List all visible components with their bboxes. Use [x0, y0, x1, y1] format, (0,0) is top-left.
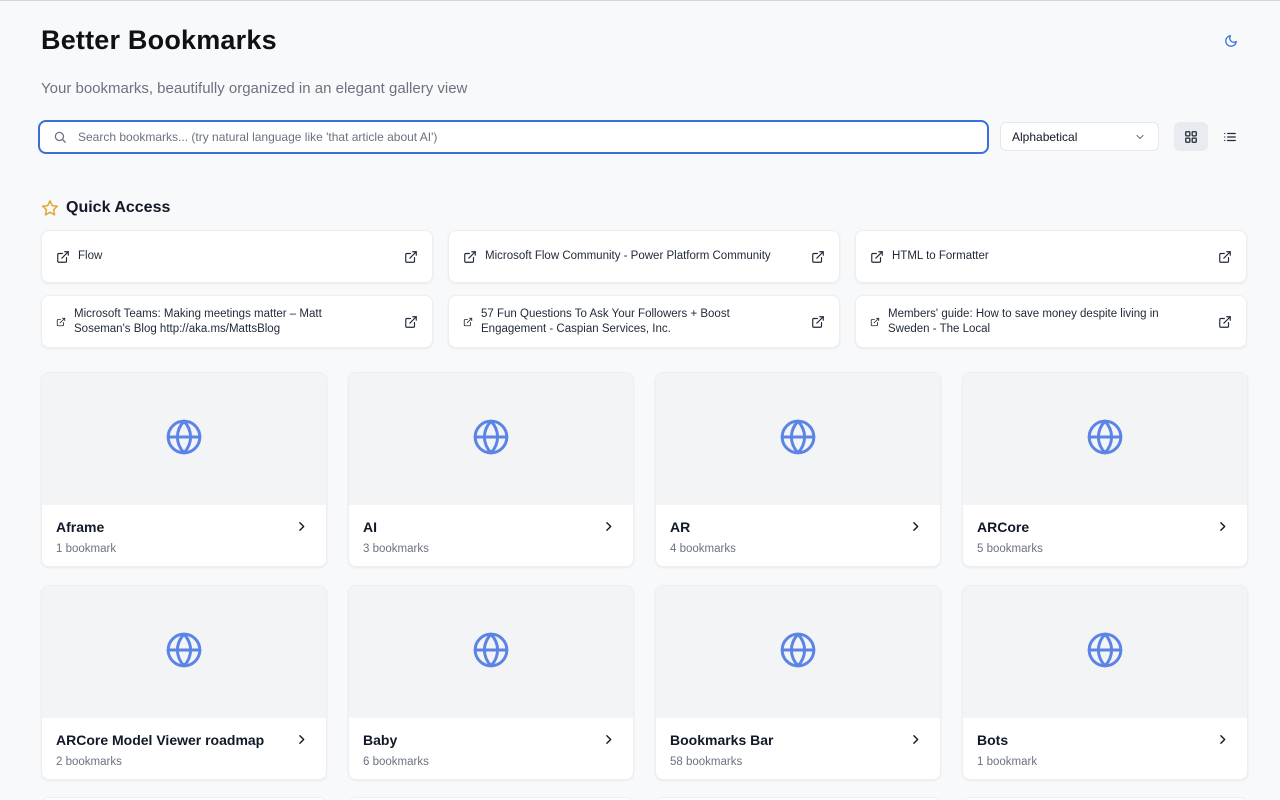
- external-link-icon: [870, 317, 880, 327]
- folder-thumbnail: [963, 586, 1247, 718]
- sort-selected-label: Alphabetical: [1012, 129, 1078, 144]
- globe-icon: [471, 630, 511, 675]
- search-input[interactable]: [78, 130, 987, 144]
- globe-icon: [1085, 630, 1125, 675]
- open-link-button[interactable]: [1218, 250, 1232, 264]
- app-header: Better Bookmarks: [41, 25, 277, 56]
- open-link-button[interactable]: [404, 315, 418, 329]
- folder-card[interactable]: Baby 6 bookmarks: [348, 585, 634, 780]
- quick-access-item[interactable]: Microsoft Teams: Making meetings matter …: [41, 295, 433, 348]
- folder-thumbnail: [349, 373, 633, 505]
- folder-thumbnail: [656, 586, 940, 718]
- folder-info: ARCore 5 bookmarks: [963, 505, 1247, 555]
- grid-view-button[interactable]: [1174, 122, 1208, 151]
- folder-count: 2 bookmarks: [56, 756, 122, 768]
- quick-access-title: Quick Access: [66, 199, 171, 216]
- folder-name: ARCore Model Viewer roadmap: [56, 732, 265, 748]
- folder-info: Baby 6 bookmarks: [349, 718, 633, 768]
- chevron-right-icon[interactable]: [295, 520, 308, 538]
- globe-icon: [1085, 417, 1125, 462]
- grid-icon: [1185, 130, 1197, 143]
- chevron-right-icon[interactable]: [602, 520, 615, 538]
- folder-name: AI: [363, 519, 377, 535]
- quick-access-item[interactable]: 57 Fun Questions To Ask Your Followers +…: [448, 295, 840, 348]
- folder-count: 58 bookmarks: [670, 756, 743, 768]
- theme-toggle-button[interactable]: [1218, 28, 1244, 54]
- quick-access-item-label: HTML to Formatter: [892, 250, 989, 263]
- folder-card[interactable]: Aframe 1 bookmark: [41, 372, 327, 567]
- folder-count: 5 bookmarks: [977, 543, 1043, 555]
- chevron-right-icon[interactable]: [909, 733, 922, 751]
- quick-access-item-label: Microsoft Teams: Making meetings matter …: [74, 308, 322, 335]
- folder-info: Bots 1 bookmark: [963, 718, 1247, 768]
- folder-count: 3 bookmarks: [363, 543, 429, 555]
- quick-access-item[interactable]: Flow: [41, 230, 433, 283]
- chevron-right-icon[interactable]: [295, 733, 308, 751]
- page-title: Better Bookmarks: [41, 25, 277, 55]
- globe-icon: [164, 417, 204, 462]
- quick-access-item[interactable]: HTML to Formatter: [855, 230, 1247, 283]
- quick-access-item-label: Microsoft Flow Community - Power Platfor…: [485, 250, 771, 263]
- globe-icon: [778, 630, 818, 675]
- chevron-right-icon[interactable]: [1216, 520, 1229, 538]
- globe-icon: [164, 630, 204, 675]
- folder-card[interactable]: AR 4 bookmarks: [655, 372, 941, 567]
- open-link-button[interactable]: [811, 315, 825, 329]
- folder-name: Bookmarks Bar: [670, 732, 774, 748]
- folder-thumbnail: [349, 586, 633, 718]
- folder-card[interactable]: Bookmarks Bar 58 bookmarks: [655, 585, 941, 780]
- folder-info: AI 3 bookmarks: [349, 505, 633, 555]
- folder-name: ARCore: [977, 519, 1030, 535]
- folder-thumbnail: [42, 373, 326, 505]
- folder-info: ARCore Model Viewer roadmap 2 bookmarks: [42, 718, 326, 768]
- quick-access-header: Quick Access: [41, 199, 170, 217]
- folder-count: 1 bookmark: [56, 543, 117, 555]
- folder-card[interactable]: ARCore Model Viewer roadmap 2 bookmarks: [41, 585, 327, 780]
- folder-count: 4 bookmarks: [670, 543, 736, 555]
- folder-card[interactable]: AI 3 bookmarks: [348, 372, 634, 567]
- folder-card[interactable]: ARCore 5 bookmarks: [962, 372, 1248, 567]
- external-link-icon: [56, 317, 66, 327]
- folder-info: AR 4 bookmarks: [656, 505, 940, 555]
- external-link-icon: [56, 250, 70, 264]
- chevron-right-icon[interactable]: [1216, 733, 1229, 751]
- folder-info: Bookmarks Bar 58 bookmarks: [656, 718, 940, 768]
- moon-icon: [1225, 35, 1237, 47]
- external-link-icon: [870, 250, 884, 264]
- search-bar[interactable]: [38, 120, 989, 154]
- folder-thumbnail: [963, 373, 1247, 505]
- folder-name: Baby: [363, 732, 398, 748]
- folder-count: 6 bookmarks: [363, 756, 429, 768]
- open-link-button[interactable]: [811, 250, 825, 264]
- search-icon: [52, 129, 68, 145]
- star-icon: [41, 200, 59, 216]
- open-link-button[interactable]: [404, 250, 418, 264]
- quick-access-item[interactable]: Microsoft Flow Community - Power Platfor…: [448, 230, 840, 283]
- folder-card[interactable]: Bots 1 bookmark: [962, 585, 1248, 780]
- quick-access-item-label: Flow: [78, 250, 103, 263]
- quick-access-item[interactable]: Members' guide: How to save money despit…: [855, 295, 1247, 348]
- list-icon: [1224, 132, 1236, 141]
- chevron-right-icon[interactable]: [909, 520, 922, 538]
- globe-icon: [471, 417, 511, 462]
- page-subtitle: Your bookmarks, beautifully organized in…: [41, 80, 468, 97]
- folder-thumbnail: [656, 373, 940, 505]
- folder-info: Aframe 1 bookmark: [42, 505, 326, 555]
- folder-name: Aframe: [56, 519, 105, 535]
- folder-name: AR: [670, 519, 691, 535]
- open-link-button[interactable]: [1218, 315, 1232, 329]
- folder-name: Bots: [977, 732, 1009, 748]
- folder-thumbnail: [42, 586, 326, 718]
- external-link-icon: [463, 317, 473, 327]
- chevron-down-icon: [1136, 134, 1144, 139]
- chevron-right-icon[interactable]: [602, 733, 615, 751]
- quick-access-item-label: 57 Fun Questions To Ask Your Followers +…: [481, 308, 730, 335]
- globe-icon: [778, 417, 818, 462]
- external-link-icon: [463, 250, 477, 264]
- list-view-button[interactable]: [1213, 122, 1247, 151]
- quick-access-item-label: Members' guide: How to save money despit…: [888, 308, 1159, 335]
- sort-select[interactable]: Alphabetical: [1000, 122, 1159, 151]
- folder-count: 1 bookmark: [977, 756, 1038, 768]
